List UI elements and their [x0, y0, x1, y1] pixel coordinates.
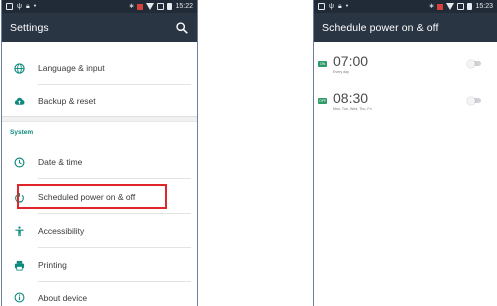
status-bar: ψ 🔒︎ • ∗ 15:23	[314, 0, 497, 13]
app-bar: Settings	[2, 13, 197, 42]
lock-icon: 🔒︎	[338, 3, 342, 10]
accessibility-icon	[15, 226, 24, 236]
settings-item-printing[interactable]: Printing	[2, 255, 197, 275]
cloud-upload-icon	[14, 97, 25, 105]
section-separator	[2, 116, 197, 122]
info-icon	[14, 292, 25, 303]
screenshot-stage: ψ 🔒︎ • ∗ 15:22 Settings Language & input…	[0, 0, 497, 306]
globe-icon	[14, 62, 25, 74]
schedule-item[interactable]: OFF 08:30 Mon, Tue, Wed, Thu, Fri	[314, 89, 497, 129]
settings-item-backup[interactable]: Backup & reset	[2, 91, 197, 111]
settings-item-about[interactable]: About device	[2, 289, 197, 306]
location-pin-icon: •	[345, 3, 349, 10]
schedule-time: 08:30	[333, 90, 369, 106]
power-off-badge: OFF	[318, 98, 327, 104]
divider	[38, 281, 191, 282]
search-icon[interactable]	[175, 21, 189, 35]
settings-item-language[interactable]: Language & input	[2, 58, 197, 78]
settings-item-label: About device	[38, 292, 88, 303]
schedule-toggle[interactable]	[467, 96, 481, 105]
schedule-screen: ψ 🔒︎ • ∗ 15:23 Schedule power on & off O…	[313, 0, 497, 306]
signal-icon	[457, 3, 465, 10]
settings-item-label: Backup & reset	[38, 96, 96, 106]
divider	[38, 213, 191, 214]
clock-icon	[14, 157, 25, 167]
location-pin-icon: •	[33, 3, 37, 10]
bluetooth-icon: ∗	[428, 3, 435, 10]
wifi-icon	[146, 3, 155, 10]
settings-item-date-time[interactable]: Date & time	[2, 152, 197, 172]
battery-icon	[467, 3, 473, 10]
sim-icon	[137, 3, 144, 10]
printer-icon	[14, 260, 25, 270]
page-title: Settings	[10, 21, 49, 34]
page-title: Schedule power on & off	[322, 21, 439, 34]
status-time: 15:22	[175, 3, 193, 10]
divider	[38, 247, 191, 248]
settings-item-label: Language & input	[38, 63, 105, 73]
status-time: 15:23	[475, 3, 493, 10]
schedule-item[interactable]: ON 07:00 Every day	[314, 52, 497, 92]
schedule-toggle[interactable]	[467, 59, 481, 68]
settings-item-label: Printing	[38, 260, 67, 270]
power-on-badge: ON	[318, 61, 327, 67]
notification-icon	[6, 3, 13, 10]
signal-icon	[157, 3, 165, 10]
schedule-days: Every day	[333, 70, 349, 74]
divider	[38, 84, 191, 85]
notification-icon	[318, 3, 325, 10]
battery-icon	[167, 3, 173, 10]
schedule-time: 07:00	[333, 53, 369, 69]
settings-item-label: Date & time	[38, 157, 83, 167]
usb-icon: ψ	[17, 3, 22, 10]
highlight-box	[17, 184, 167, 209]
section-header-system: System	[10, 129, 34, 136]
lock-icon: 🔒︎	[26, 3, 30, 10]
schedule-days: Mon, Tue, Wed, Thu, Fri	[333, 107, 372, 111]
divider	[38, 178, 191, 179]
app-bar: Schedule power on & off	[314, 13, 497, 42]
settings-item-accessibility[interactable]: Accessibility	[2, 221, 197, 241]
status-bar: ψ 🔒︎ • ∗ 15:22	[2, 0, 197, 13]
settings-screen: ψ 🔒︎ • ∗ 15:22 Settings Language & input…	[1, 0, 198, 306]
wifi-icon	[446, 3, 455, 10]
usb-icon: ψ	[329, 3, 334, 10]
bluetooth-icon: ∗	[128, 3, 135, 10]
sim-icon	[437, 3, 444, 10]
settings-item-label: Accessibility	[38, 226, 85, 236]
